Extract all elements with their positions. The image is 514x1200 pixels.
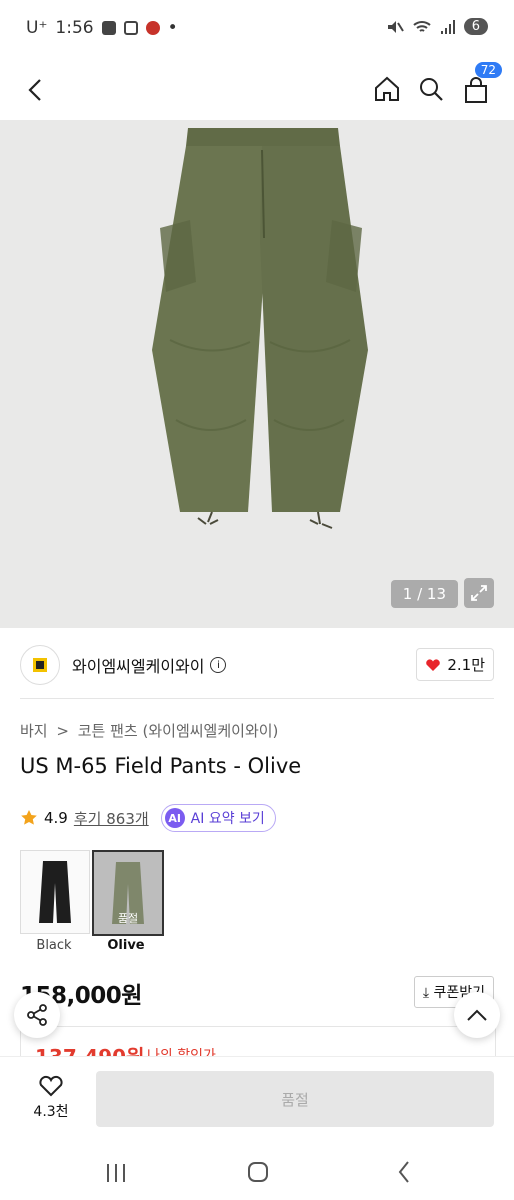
battery-indicator: 6: [463, 18, 488, 35]
check-icon: [101, 21, 116, 35]
status-bar: U⁺ 1:56 • 6: [0, 0, 514, 60]
download-icon: ⤓: [422, 985, 430, 1001]
home-nav-icon[interactable]: [246, 1160, 270, 1184]
app-notification-icon: [145, 21, 160, 35]
home-button[interactable]: [370, 72, 404, 106]
search-button[interactable]: [414, 72, 448, 106]
product-image-carousel[interactable]: 1 / 13: [0, 120, 514, 628]
breadcrumb-category[interactable]: 바지: [20, 722, 48, 740]
divider: [20, 698, 494, 699]
wishlist-button[interactable]: 4.3천: [26, 1073, 76, 1121]
chevron-left-icon: [28, 79, 41, 101]
shopping-bag-icon: [465, 77, 487, 103]
product-image: [152, 128, 368, 529]
clock: 1:56: [55, 18, 94, 38]
sold-out-overlay: 품절: [117, 912, 139, 925]
share-icon: [27, 1004, 47, 1026]
black-pants-thumbnail: [39, 861, 71, 923]
system-nav-bar: [0, 1144, 514, 1200]
rating-row: 4.9 후기 863개 AI AI 요약 보기: [20, 804, 276, 832]
color-label-black: Black: [36, 938, 72, 953]
brand-name-link[interactable]: 와이엠씨엘케이와이: [72, 653, 204, 677]
carrier-label: U⁺: [26, 18, 48, 38]
mute-icon: [387, 20, 404, 33]
brand-like-count: 2.1만: [447, 656, 485, 674]
brand-row: 와이엠씨엘케이와이 i 2.1만: [20, 642, 494, 688]
ai-icon: AI: [164, 808, 185, 828]
wifi-icon: [413, 20, 431, 32]
ai-summary-label: AI 요약 보기: [190, 811, 265, 827]
cart-count-badge: 72: [474, 62, 502, 78]
scroll-top-button[interactable]: [454, 992, 500, 1038]
search-icon: [420, 78, 443, 101]
heart-outline-icon: [39, 1075, 63, 1097]
breadcrumb-separator: >: [56, 722, 69, 740]
expand-icon: [471, 585, 487, 601]
brand-logo[interactable]: [20, 645, 60, 685]
color-option-black[interactable]: [20, 850, 90, 934]
home-icon: [375, 76, 399, 101]
top-app-bar: 72: [0, 60, 514, 120]
breadcrumb: 바지 > 코튼 팬츠 (와이엠씨엘케이와이): [20, 720, 278, 741]
sold-out-button[interactable]: 품절: [96, 1071, 494, 1127]
color-label-olive: Olive: [107, 938, 145, 953]
purchase-bar: 4.3천 품절: [0, 1056, 514, 1145]
brand-logo-icon: [33, 658, 47, 672]
back-nav-icon[interactable]: [396, 1160, 412, 1184]
brand-like-button[interactable]: 2.1만: [416, 648, 494, 681]
chevron-up-icon: [467, 1009, 487, 1021]
screenshot-icon: [123, 21, 138, 35]
heart-filled-icon: [426, 658, 441, 671]
star-icon: [21, 810, 37, 825]
wishlist-count: 4.3천: [33, 1104, 69, 1120]
product-title: US M-65 Field Pants - Olive: [20, 754, 302, 778]
reviews-link[interactable]: 후기 863개: [74, 808, 149, 829]
cart-button[interactable]: 72: [460, 62, 502, 106]
expand-image-button[interactable]: [464, 578, 494, 608]
ai-summary-button[interactable]: AI AI 요약 보기: [160, 804, 276, 832]
info-icon[interactable]: i: [210, 657, 227, 673]
back-button[interactable]: [20, 74, 52, 106]
color-option-olive[interactable]: 품절: [92, 850, 164, 936]
rating-value: 4.9: [44, 809, 68, 827]
breadcrumb-subcategory[interactable]: 코튼 팬츠 (와이엠씨엘케이와이): [78, 722, 279, 740]
image-counter: 1 / 13: [390, 580, 458, 608]
more-notifications-dot: •: [167, 18, 178, 38]
share-button[interactable]: [14, 992, 60, 1038]
recent-apps-icon[interactable]: [104, 1162, 128, 1184]
signal-icon: [440, 19, 455, 34]
